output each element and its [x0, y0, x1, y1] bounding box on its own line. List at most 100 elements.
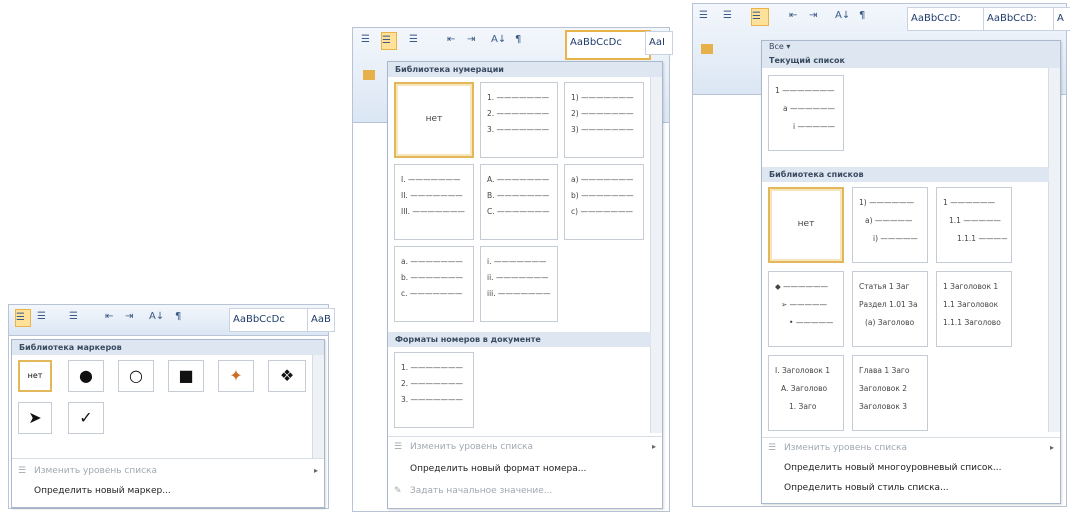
submenu-arrow-icon: ▸ — [651, 442, 656, 451]
list-chapter-heading[interactable]: Глава 1 Заго Заголовок 2 Заголовок 3 — [852, 355, 928, 431]
numbering-library-dropdown: Библиотека нумерации нет 1. ——————— 2. —… — [387, 61, 663, 509]
numbering-line: a. ——————— — [401, 257, 463, 266]
list-line: 1 ——————— — [775, 86, 835, 95]
current-list-tile[interactable]: 1 ——————— a —————— i ————— — [768, 75, 844, 151]
scrollbar[interactable] — [312, 355, 324, 459]
bullet-diamond-cluster[interactable]: ❖ — [268, 360, 306, 392]
multilevel-list-button[interactable]: ☰ — [751, 8, 769, 26]
numbering-line: i. ——————— — [487, 257, 547, 266]
decrease-indent-button[interactable]: ⇤ — [447, 32, 455, 48]
numbering-none[interactable]: нет — [394, 82, 474, 158]
list-level-icon: ☰ — [18, 466, 27, 476]
decrease-indent-button[interactable]: ⇤ — [789, 8, 797, 24]
numbering-arabic-paren[interactable]: 1) ——————— 2) ——————— 3) ——————— — [564, 82, 644, 158]
bullet-hollow-circle[interactable]: ○ — [118, 360, 154, 392]
bullet-library-dropdown: Библиотека маркеров нет ● ○ ■ ✦ ❖ ➤ ✓ ☰ … — [11, 339, 325, 508]
style-preview-2[interactable]: AaBbCcD: — [983, 7, 1057, 31]
list-heading-roman[interactable]: I. Заголовок 1 A. Заголово 1. Заго — [768, 355, 844, 431]
bullet-checkmark[interactable]: ✓ — [68, 402, 104, 434]
bullet-filled-circle[interactable]: ● — [68, 360, 104, 392]
change-list-level-command[interactable]: Изменить уровень списка — [410, 442, 533, 452]
scrollbar[interactable] — [1048, 68, 1060, 432]
bullet-star[interactable]: ✦ — [218, 360, 254, 392]
change-list-level-command[interactable]: Изменить уровень списка — [34, 466, 157, 476]
show-marks-button[interactable]: ¶ — [859, 8, 865, 24]
define-new-multilevel-list-command[interactable]: Определить новый многоуровневый список..… — [784, 463, 1001, 473]
bullet-none[interactable]: нет — [18, 360, 52, 392]
numbering-line: III. ——————— — [401, 207, 465, 216]
increase-indent-button[interactable]: ⇥ — [809, 8, 817, 24]
set-numbering-value-command[interactable]: Задать начальное значение... — [410, 486, 552, 496]
document-formats-header: Форматы номеров в документе — [388, 332, 651, 347]
style-preview-next[interactable]: AaB — [307, 308, 335, 332]
style-preview-normal[interactable]: AaBbCcDc — [565, 30, 651, 60]
none-label: нет — [425, 114, 443, 124]
sort-button[interactable]: A↓ — [491, 32, 506, 48]
numbering-button[interactable]: ☰ — [37, 309, 46, 325]
list-bullet-symbols[interactable]: ◆ —————— ➢ ————— • ————— — [768, 271, 844, 347]
divider — [762, 437, 1060, 438]
numbering-library-panel: ☰ ☰ ☰ ⇤ ⇥ A↓ ¶ AaBbCcDc AaI Библиотека н… — [352, 27, 673, 512]
decrease-indent-button[interactable]: ⇤ — [105, 309, 113, 325]
bullet-library-header: Библиотека маркеров — [12, 340, 324, 355]
numbering-button[interactable]: ☰ — [381, 32, 397, 50]
numbering-latin-lower-dot[interactable]: a. ——————— b. ——————— c. ——————— — [394, 246, 474, 322]
style-preview-normal[interactable]: AaBbCcDc — [229, 308, 309, 332]
multilevel-list-button[interactable]: ☰ — [69, 309, 78, 325]
numbering-line: B. ——————— — [487, 191, 550, 200]
increase-indent-button[interactable]: ⇥ — [467, 32, 475, 48]
none-label: нет — [797, 219, 815, 229]
numbering-line: 1. ——————— — [487, 93, 550, 102]
sort-button[interactable]: A↓ — [835, 8, 850, 24]
highlight-icon — [363, 70, 375, 80]
numbering-line: A. ——————— — [487, 175, 550, 184]
numbering-roman-upper[interactable]: I. ——————— II. ——————— III. ——————— — [394, 164, 474, 240]
bullets-button[interactable]: ☰ — [15, 309, 31, 327]
style-preview-1[interactable]: AaBbCcD: — [907, 7, 987, 31]
bullets-button[interactable]: ☰ — [699, 8, 708, 24]
numbering-line: a) ——————— — [571, 175, 634, 184]
list-none[interactable]: нет — [768, 187, 844, 263]
list-line: Глава 1 Заго — [859, 366, 910, 375]
increase-indent-button[interactable]: ⇥ — [125, 309, 133, 325]
define-new-bullet-command[interactable]: Определить новый маркер... — [34, 486, 171, 496]
list-article-section[interactable]: Статья 1 Заг Раздел 1.01 За (a) Заголово — [852, 271, 928, 347]
numbering-line: I. ——————— — [401, 175, 461, 184]
style-preview-3[interactable]: A — [1053, 7, 1070, 31]
numbering-latin-lower-paren[interactable]: a) ——————— b) ——————— c) ——————— — [564, 164, 644, 240]
numbering-line: 2. ——————— — [487, 109, 550, 118]
filter-all[interactable]: Все ▾ — [762, 41, 1060, 53]
set-value-icon: ✎ — [394, 486, 402, 496]
numbering-latin-upper[interactable]: A. ——————— B. ——————— C. ——————— — [480, 164, 558, 240]
sort-button[interactable]: A↓ — [149, 309, 164, 325]
numbering-arabic-dot[interactable]: 1. ——————— 2. ——————— 3. ——————— — [480, 82, 558, 158]
list-line: ◆ —————— — [775, 282, 829, 291]
list-line: a) ————— — [865, 216, 913, 225]
numbering-line: c) ——————— — [571, 207, 633, 216]
numbering-line: 2) ——————— — [571, 109, 634, 118]
ribbon-toolbar: ☰ ☰ ☰ ⇤ ⇥ A↓ ¶ AaBbCcDc AaB — [9, 305, 335, 336]
bullet-arrow[interactable]: ➤ — [18, 402, 52, 434]
numbering-document-format[interactable]: 1. ——————— 2. ——————— 3. ——————— — [394, 352, 474, 428]
bullets-button[interactable]: ☰ — [361, 32, 370, 48]
multilevel-list-button[interactable]: ☰ — [409, 32, 418, 48]
show-marks-button[interactable]: ¶ — [515, 32, 521, 48]
list-paren-numbered[interactable]: 1) —————— a) ————— i) ————— — [852, 187, 928, 263]
change-list-level-command[interactable]: Изменить уровень списка — [784, 443, 907, 453]
define-new-list-style-command[interactable]: Определить новый стиль списка... — [784, 483, 949, 493]
list-decimal-outline[interactable]: 1 —————— 1.1 ————— 1.1.1 ———— — [936, 187, 1012, 263]
scrollbar[interactable] — [650, 77, 662, 433]
show-marks-button[interactable]: ¶ — [175, 309, 181, 325]
define-new-number-format-command[interactable]: Определить новый формат номера... — [410, 464, 586, 474]
submenu-arrow-icon: ▸ — [1049, 443, 1054, 452]
list-heading-decimal[interactable]: 1 Заголовок 1 1.1 Заголовок 1.1.1 Заголо… — [936, 271, 1012, 347]
list-line: ➢ ————— — [781, 300, 828, 309]
divider — [12, 458, 324, 459]
list-line: 1 —————— — [943, 198, 996, 207]
numbering-line: b) ——————— — [571, 191, 634, 200]
numbering-button[interactable]: ☰ — [723, 8, 732, 24]
numbering-roman-lower[interactable]: i. ——————— ii. ——————— iii. ——————— — [480, 246, 558, 322]
style-preview-next[interactable]: AaI — [645, 31, 673, 55]
bullet-square[interactable]: ■ — [168, 360, 204, 392]
numbering-line: 3) ——————— — [571, 125, 634, 134]
